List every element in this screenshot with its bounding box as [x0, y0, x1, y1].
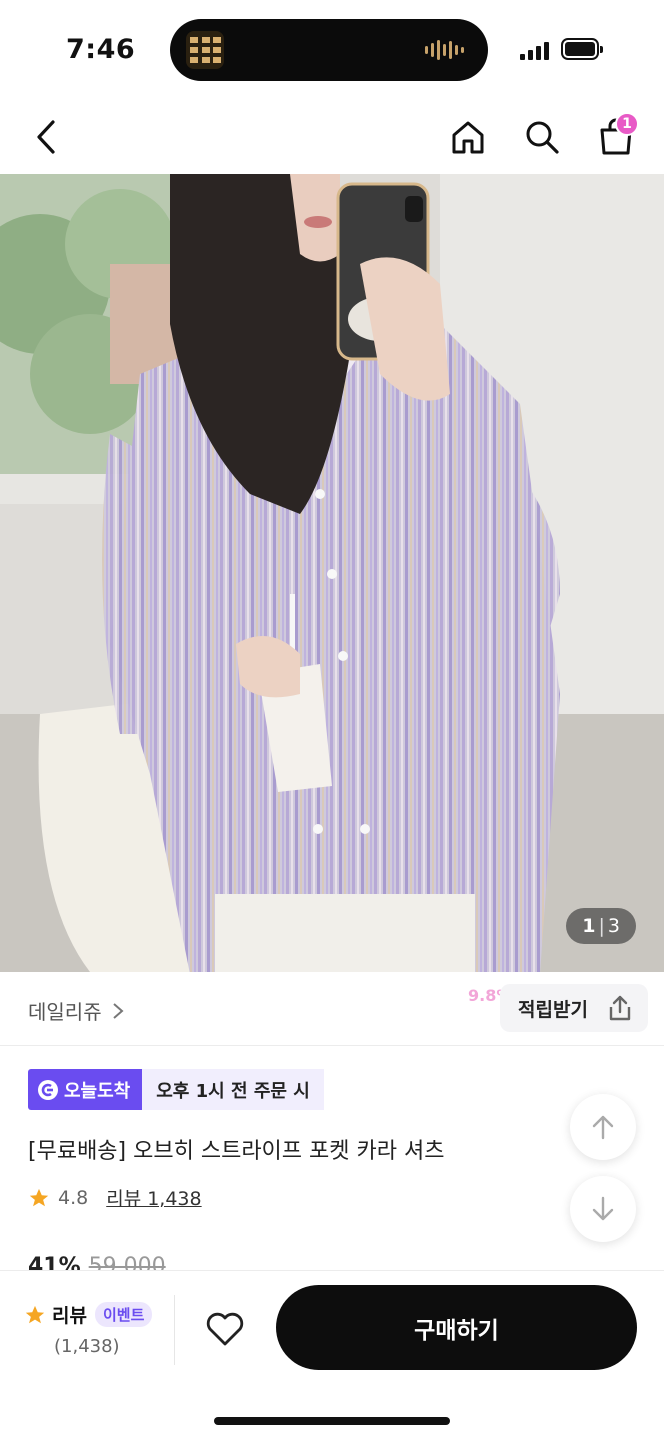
store-name: 데일리쥬	[28, 1000, 102, 1024]
top-navigation: 1	[0, 100, 664, 174]
rating-score: 4.8	[58, 1186, 89, 1209]
arrow-up-icon	[592, 1115, 614, 1140]
delivery-tag-label: 오늘도착	[64, 1080, 131, 1102]
bottom-review-label: 리뷰	[52, 1305, 87, 1327]
divider	[174, 1295, 175, 1365]
discount-rate: 41%	[28, 1254, 81, 1270]
home-button[interactable]	[443, 112, 493, 162]
bottom-review-count: (1,438)	[54, 1336, 120, 1357]
product-photo	[0, 174, 664, 972]
delivery-cutoff: 오후 1시 전 주문 시	[142, 1069, 324, 1110]
cart-button[interactable]: 1	[591, 112, 641, 162]
scroll-down-button[interactable]	[570, 1176, 636, 1242]
store-row: 데일리쥬 9.8% 적립받기	[0, 972, 664, 1046]
bottom-action-bar: 리뷰 이벤트 (1,438) 구매하기	[0, 1270, 664, 1440]
status-bar: 7:46	[0, 0, 664, 100]
chevron-left-icon	[37, 120, 55, 154]
image-total: 3	[607, 915, 620, 937]
cellular-signal-icon	[520, 40, 549, 60]
arrow-down-icon	[592, 1196, 614, 1221]
product-title: [무료배송] 오브히 스트라이프 포켓 카라 셔츠	[28, 1139, 445, 1164]
heart-icon	[206, 1312, 244, 1346]
search-button[interactable]	[517, 112, 567, 162]
home-icon	[452, 121, 484, 154]
review-link[interactable]: 리뷰 1,438	[106, 1184, 201, 1211]
delivery-arrow-icon	[38, 1079, 58, 1100]
star-icon	[29, 1188, 49, 1206]
store-link[interactable]: 데일리쥬	[28, 996, 124, 1025]
reward-label: 적립받기	[518, 998, 588, 1021]
now-playing-artwork	[186, 31, 224, 69]
image-counter-separator: |	[598, 915, 605, 937]
cart-count-badge: 1	[615, 112, 639, 136]
back-button[interactable]	[22, 112, 72, 162]
product-image[interactable]: 1 | 3	[0, 174, 664, 972]
dynamic-island	[170, 19, 488, 81]
delivery-info: 오늘도착 오후 1시 전 주문 시	[28, 1069, 324, 1110]
image-counter: 1 | 3	[566, 908, 636, 944]
home-indicator	[214, 1417, 450, 1425]
like-button[interactable]	[199, 1303, 251, 1355]
scroll-up-button[interactable]	[570, 1094, 636, 1160]
status-time: 7:46	[66, 34, 136, 65]
event-badge: 이벤트	[94, 1302, 153, 1327]
audio-waveform-icon	[425, 39, 464, 61]
buy-button[interactable]: 구매하기	[276, 1285, 637, 1370]
reward-share-button[interactable]: 적립받기	[500, 984, 648, 1032]
today-delivery-tag: 오늘도착	[28, 1069, 143, 1110]
original-price: 59,000	[88, 1254, 166, 1270]
battery-icon	[561, 38, 603, 60]
share-icon	[609, 995, 631, 1021]
rating-row: 4.8 리뷰 1,438	[28, 1184, 202, 1211]
bottom-review-button[interactable]: 리뷰 이벤트 (1,438)	[24, 1301, 174, 1357]
star-icon	[25, 1305, 45, 1323]
price-row: 41% 59,000	[28, 1254, 166, 1270]
chevron-right-icon	[112, 1002, 124, 1019]
image-current: 1	[582, 915, 596, 937]
search-icon	[526, 121, 559, 154]
